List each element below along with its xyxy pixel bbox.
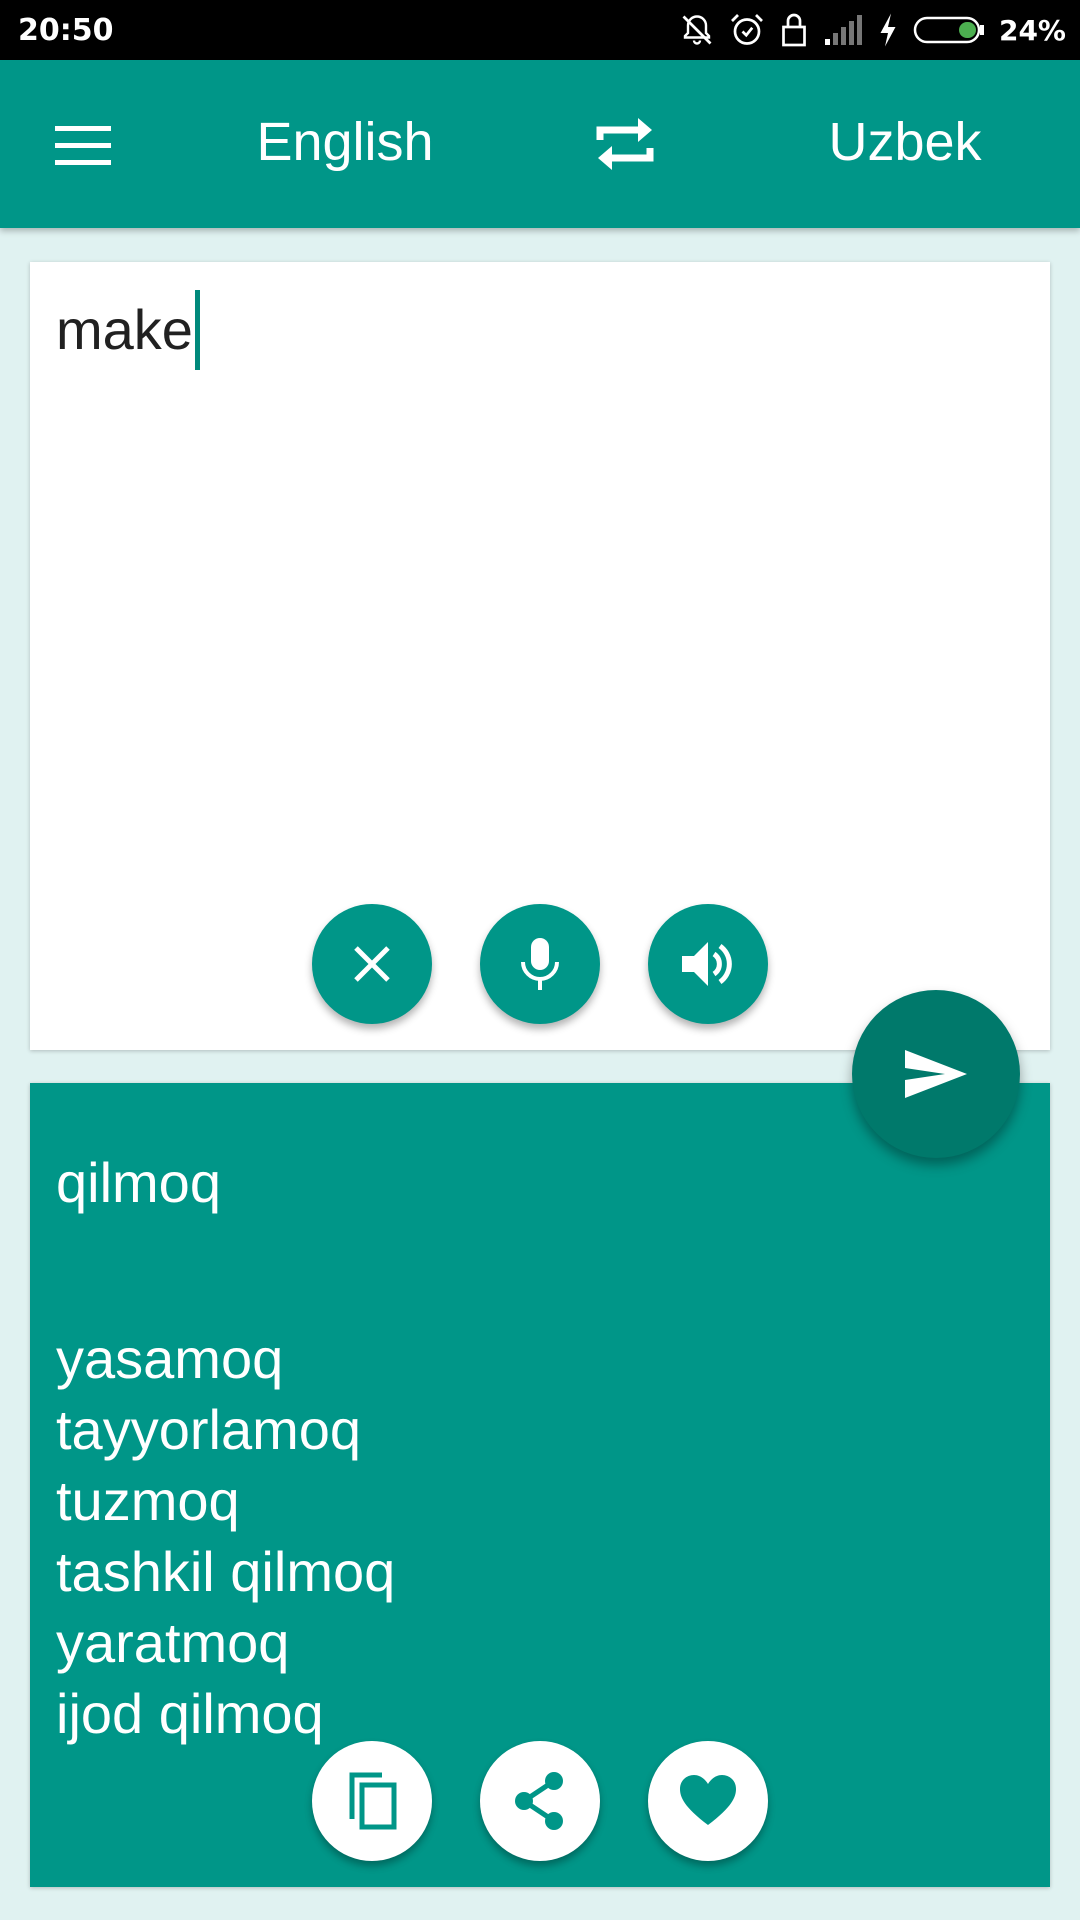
favorite-button[interactable] [648,1741,768,1861]
send-icon [905,1050,967,1098]
translation-card: qilmoq yasamoq tayyorlamoq tuzmoq tashki… [30,1083,1050,1887]
translation-alternative: tashkil qilmoq [56,1540,396,1603]
app-bar: English Uzbek [0,60,1080,228]
swap-icon [596,118,654,170]
charging-icon [880,13,896,47]
source-language-selector[interactable]: English [200,110,490,174]
status-icons: 24% [679,8,1066,52]
clear-button[interactable] [312,904,432,1024]
speak-button[interactable] [648,904,768,1024]
status-bar: 20:50 24% [0,0,1080,60]
lock-icon [782,13,806,47]
input-card: make [30,262,1050,1050]
translation-alternative: ijod qilmoq [56,1682,324,1745]
translation-alternative: tuzmoq [56,1469,240,1532]
status-time: 20:50 [18,13,114,48]
translation-alternative: yasamoq [56,1327,284,1390]
copy-button[interactable] [312,1741,432,1861]
battery-icon [913,16,984,44]
alarm-icon [731,14,763,45]
voice-input-button[interactable] [480,904,600,1024]
translate-button[interactable] [852,990,1020,1158]
swap-languages-button[interactable] [580,102,670,186]
translation-alternative: tayyorlamoq [56,1398,362,1461]
source-text: make [56,298,193,361]
close-icon [354,946,390,982]
signal-icon [824,15,862,45]
menu-icon [55,126,111,165]
heart-icon [680,1775,736,1825]
menu-button[interactable] [40,104,130,184]
share-icon [515,1772,563,1830]
text-cursor [194,290,200,370]
translation-alternatives: yasamoq tayyorlamoq tuzmoq tashkil qilmo… [56,1323,395,1749]
source-text-input[interactable]: make [56,290,200,370]
target-language-selector[interactable]: Uzbek [780,110,1030,174]
mic-icon [521,938,559,990]
translation-alternative: yaratmoq [56,1611,290,1674]
copy-icon [349,1772,397,1830]
bell-off-icon [682,15,712,45]
translation-main: qilmoq [56,1151,221,1214]
battery-percent: 24% [998,13,1066,47]
speaker-icon [682,942,732,986]
share-button[interactable] [480,1741,600,1861]
